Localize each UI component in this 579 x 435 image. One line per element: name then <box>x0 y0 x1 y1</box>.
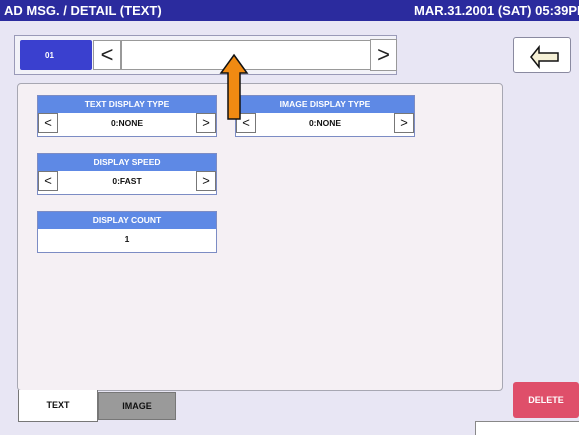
display-speed-label: DISPLAY SPEED <box>38 154 216 171</box>
next-button[interactable]: > <box>370 39 397 71</box>
image-display-type-next-button[interactable]: > <box>394 113 414 133</box>
image-display-type-label: IMAGE DISPLAY TYPE <box>236 96 414 113</box>
display-count-label: DISPLAY COUNT <box>38 212 216 229</box>
chevron-right-icon: > <box>400 115 408 130</box>
page-title: AD MSG. / DETAIL (TEXT) <box>4 3 162 18</box>
return-arrow-icon <box>530 44 559 70</box>
chevron-right-icon: > <box>377 42 390 67</box>
chevron-left-icon: < <box>100 42 114 67</box>
chevron-left-icon: < <box>44 115 52 130</box>
chevron-left-icon: < <box>44 173 52 188</box>
display-speed-box: DISPLAY SPEED < 0:FAST > <box>37 153 217 195</box>
text-display-type-box: TEXT DISPLAY TYPE < 0:NONE > <box>37 95 217 137</box>
image-display-type-box: IMAGE DISPLAY TYPE < 0:NONE > <box>235 95 415 137</box>
tab-text[interactable]: TEXT <box>18 390 98 422</box>
text-display-type-next-button[interactable]: > <box>196 113 216 133</box>
message-selector: 01 < <box>14 35 397 75</box>
display-speed-value: 0:FAST <box>112 176 142 186</box>
status-box <box>475 421 579 435</box>
message-number[interactable]: 01 <box>20 40 92 70</box>
prev-button[interactable]: < <box>93 40 121 70</box>
display-speed-next-button[interactable]: > <box>196 171 216 191</box>
title-bar: AD MSG. / DETAIL (TEXT) MAR.31.2001 (SAT… <box>0 0 579 21</box>
text-display-type-prev-button[interactable]: < <box>38 113 58 133</box>
image-display-type-value: 0:NONE <box>308 118 342 128</box>
message-field[interactable] <box>121 40 387 70</box>
tab-image[interactable]: IMAGE <box>98 392 176 420</box>
up-arrow-icon <box>219 53 249 120</box>
back-button[interactable] <box>513 37 571 73</box>
chevron-right-icon: > <box>202 115 210 130</box>
datetime: MAR.31.2001 (SAT) 05:39PM <box>414 3 579 18</box>
display-count-box: DISPLAY COUNT 1 <box>37 211 217 253</box>
text-display-type-label: TEXT DISPLAY TYPE <box>38 96 216 113</box>
display-speed-prev-button[interactable]: < <box>38 171 58 191</box>
delete-button[interactable]: DELETE <box>513 382 579 418</box>
display-count-value[interactable]: 1 <box>38 229 216 249</box>
chevron-right-icon: > <box>202 173 210 188</box>
text-display-type-value: 0:NONE <box>110 118 144 128</box>
